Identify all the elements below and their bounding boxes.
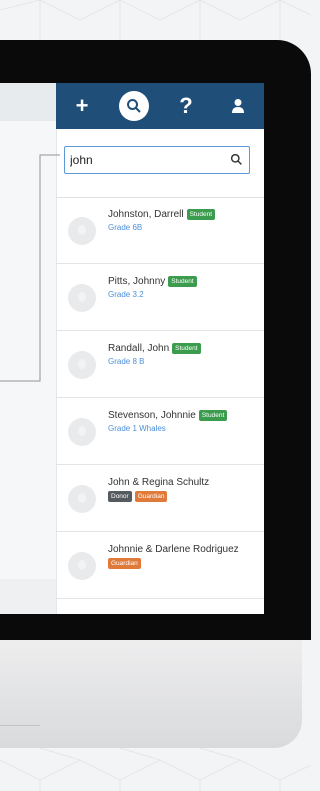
guardian-badge: Guardian xyxy=(108,558,141,569)
result-row[interactable]: Johnston, Darrell Student Grade 6B xyxy=(56,197,264,264)
result-name-line: Johnnie & Darlene Rodriguez xyxy=(108,544,260,555)
monitor-chin xyxy=(0,640,302,748)
divider xyxy=(0,725,40,726)
result-name-line: Johnston, Darrell Student xyxy=(108,209,260,220)
avatar xyxy=(68,418,96,446)
result-name: Randall, John xyxy=(108,343,170,354)
result-subtitle[interactable]: Grade 8 B xyxy=(108,357,260,366)
search-icon xyxy=(119,91,149,121)
result-info: John & Regina Schultz Donor Guardian xyxy=(108,477,260,502)
student-badge: Student xyxy=(198,410,228,421)
result-subtitle[interactable]: Grade 1 Whales xyxy=(108,424,260,433)
student-badge: Student xyxy=(172,343,201,354)
result-name: Johnnie & Darlene Rodriguez xyxy=(108,544,239,555)
student-badge: Student xyxy=(168,276,197,287)
result-info: Stevenson, Johnnie Student Grade 1 Whales xyxy=(108,410,260,433)
search-icon[interactable] xyxy=(230,153,243,166)
background-app-footer xyxy=(0,579,56,614)
connector-line xyxy=(0,154,60,382)
result-name: Stevenson, Johnnie xyxy=(108,410,196,421)
result-subtitle[interactable]: Grade 6B xyxy=(108,223,260,232)
user-icon xyxy=(232,99,244,113)
plus-icon: + xyxy=(75,93,89,118)
avatar xyxy=(68,485,96,513)
result-row[interactable]: Randall, John Student Grade 8 B xyxy=(56,331,264,398)
result-name-line: John & Regina Schultz xyxy=(108,477,260,488)
top-toolbar: + ? xyxy=(56,83,264,129)
result-row[interactable]: McEnroe, JohnStaff xyxy=(56,599,264,614)
avatar xyxy=(68,217,96,245)
badge-group: Guardian xyxy=(108,558,260,569)
avatar xyxy=(68,284,96,312)
user-menu-button[interactable] xyxy=(212,83,264,129)
help-button[interactable]: ? xyxy=(160,83,212,129)
result-info: Randall, John Student Grade 8 B xyxy=(108,343,260,366)
search-input[interactable] xyxy=(70,153,220,167)
result-name-line: Stevenson, Johnnie Student xyxy=(108,410,260,421)
result-row[interactable]: John & Regina Schultz Donor Guardian xyxy=(56,465,264,532)
background-app-header xyxy=(0,83,56,121)
result-name: Pitts, Johnny xyxy=(108,276,166,287)
result-name: John & Regina Schultz xyxy=(108,477,210,488)
search-results-list: Johnston, Darrell Student Grade 6B Pitts, J… xyxy=(56,197,264,614)
search-panel xyxy=(56,129,264,198)
search-button[interactable] xyxy=(108,83,160,129)
result-info: Pitts, Johnny Student Grade 3.2 xyxy=(108,276,260,299)
result-info: Johnston, Darrell Student Grade 6B xyxy=(108,209,260,232)
result-row[interactable]: Johnnie & Darlene Rodriguez Guardian xyxy=(56,532,264,599)
result-row[interactable]: Stevenson, Johnnie Student Grade 1 Whales xyxy=(56,398,264,465)
student-badge: Student xyxy=(186,209,216,220)
add-button[interactable]: + xyxy=(56,83,108,129)
guardian-badge: Guardian xyxy=(134,491,168,502)
avatar xyxy=(68,552,96,580)
app-screen: + ? Johnston, DarrellStudentGrade 6BPitt… xyxy=(0,83,264,614)
badge-group: Donor Guardian xyxy=(108,491,260,502)
result-name-line: Pitts, Johnny Student xyxy=(108,276,260,287)
help-icon: ? xyxy=(179,93,193,118)
result-info: Johnnie & Darlene Rodriguez Guardian xyxy=(108,544,260,569)
result-row[interactable]: Pitts, Johnny Student Grade 3.2 xyxy=(56,264,264,331)
result-name-line: Randall, John Student xyxy=(108,343,260,354)
result-name: Johnston, Darrell xyxy=(108,209,184,220)
result-subtitle[interactable]: Grade 3.2 xyxy=(108,290,260,299)
donor-badge: Donor xyxy=(108,491,132,502)
search-field[interactable] xyxy=(64,146,250,174)
avatar xyxy=(68,351,96,379)
